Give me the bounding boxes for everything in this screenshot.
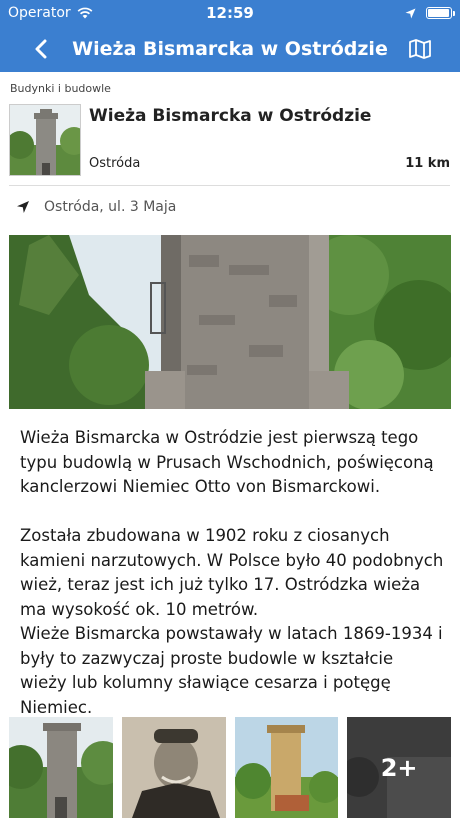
gallery-postcard-image xyxy=(234,717,339,818)
description-paragraph-3: Wieże Bismarcka powstawały w latach 1869… xyxy=(20,624,443,717)
place-thumbnail[interactable] xyxy=(9,104,81,176)
description-paragraph-2: Została zbudowana w 1902 roku z ciosanyc… xyxy=(20,526,444,619)
gallery-more-count: 2+ xyxy=(347,717,451,818)
status-left: Operator xyxy=(8,5,93,21)
place-town: Ostróda xyxy=(89,156,141,171)
gallery-tower-image xyxy=(9,717,113,818)
photo-gallery: 2+ xyxy=(9,717,451,818)
battery-icon xyxy=(426,7,455,19)
address-row[interactable]: Ostróda, ul. 3 Maja xyxy=(16,199,176,215)
gallery-item[interactable] xyxy=(9,717,113,818)
gallery-more-button[interactable]: 2+ xyxy=(347,717,451,818)
wifi-icon xyxy=(77,7,93,19)
place-distance: 11 km xyxy=(405,156,450,171)
place-description: Wieża Bismarcka w Ostródzie jest pierwsz… xyxy=(20,426,445,720)
page-title: Wieża Bismarcka w Ostródzie xyxy=(72,38,388,60)
map-icon xyxy=(409,39,431,59)
address-text: Ostróda, ul. 3 Maja xyxy=(44,199,177,215)
back-button[interactable] xyxy=(28,36,54,62)
carrier-label: Operator xyxy=(8,5,71,21)
status-right xyxy=(405,7,455,19)
navigation-bar: Wieża Bismarcka w Ostródzie xyxy=(0,26,460,72)
place-card: Wieża Bismarcka w Ostródzie Ostróda 11 k… xyxy=(9,104,450,176)
gallery-item[interactable] xyxy=(234,717,339,818)
status-bar: Operator 12:59 xyxy=(0,0,460,26)
map-button[interactable] xyxy=(408,37,432,61)
tower-photo-image xyxy=(9,235,451,409)
gallery-item[interactable] xyxy=(121,717,226,818)
gallery-portrait-image xyxy=(121,717,226,818)
chevron-left-icon xyxy=(35,39,47,59)
hero-photo[interactable] xyxy=(9,235,451,409)
description-paragraph-1: Wieża Bismarcka w Ostródzie jest pierwsz… xyxy=(20,428,434,496)
navigation-arrow-icon xyxy=(17,201,29,213)
tower-thumbnail-image xyxy=(10,105,80,175)
location-arrow-icon xyxy=(405,8,416,18)
place-name: Wieża Bismarcka w Ostródzie xyxy=(89,106,372,126)
divider xyxy=(9,185,450,186)
category-label: Budynki i budowle xyxy=(10,82,111,95)
